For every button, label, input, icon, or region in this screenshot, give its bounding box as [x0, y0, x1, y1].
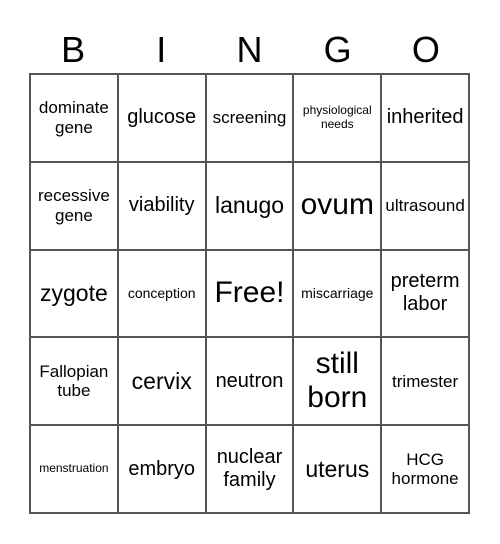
- bingo-cell[interactable]: ultrasound: [381, 161, 469, 250]
- bingo-cell[interactable]: preterm labor: [381, 249, 469, 338]
- bingo-cell[interactable]: Fallopian tube: [30, 337, 118, 426]
- bingo-cell[interactable]: HCG hormone: [381, 425, 469, 513]
- bingo-cell[interactable]: dominate gene: [30, 74, 118, 162]
- bingo-cell[interactable]: ovum: [293, 161, 382, 250]
- bingo-cell[interactable]: screening: [205, 74, 294, 162]
- header-letter-n: N: [236, 29, 263, 70]
- bingo-cell[interactable]: uterus: [293, 425, 382, 513]
- header-letter-o: O: [411, 29, 440, 70]
- bingo-cell[interactable]: embryo: [117, 425, 206, 513]
- bingo-header: B I N G O: [29, 28, 470, 72]
- bingo-cell[interactable]: viability: [117, 161, 206, 250]
- bingo-cell[interactable]: neutron: [205, 337, 294, 426]
- bingo-cell[interactable]: glucose: [117, 74, 206, 162]
- free-space-cell[interactable]: Free!: [205, 249, 294, 338]
- header-letter-g: G: [323, 29, 352, 70]
- bingo-cell[interactable]: trimester: [381, 337, 469, 426]
- header-letter-i: I: [156, 29, 167, 70]
- bingo-cell[interactable]: miscarriage: [293, 249, 382, 338]
- bingo-cell[interactable]: physiological needs: [293, 74, 382, 162]
- bingo-grid: dominate gene glucose screening physiologic…: [29, 73, 470, 514]
- bingo-cell[interactable]: zygote: [30, 249, 118, 338]
- bingo-cell[interactable]: inherited: [381, 74, 469, 162]
- bingo-cell[interactable]: cervix: [117, 337, 206, 426]
- header-letter-b: B: [61, 29, 86, 70]
- bingo-cell[interactable]: conception: [117, 249, 206, 338]
- bingo-cell[interactable]: still born: [293, 337, 382, 426]
- bingo-cell[interactable]: menstruation: [30, 425, 118, 513]
- bingo-cell[interactable]: nuclear family: [205, 425, 294, 513]
- bingo-cell[interactable]: lanugo: [205, 161, 294, 250]
- bingo-cell[interactable]: recessive gene: [30, 161, 118, 250]
